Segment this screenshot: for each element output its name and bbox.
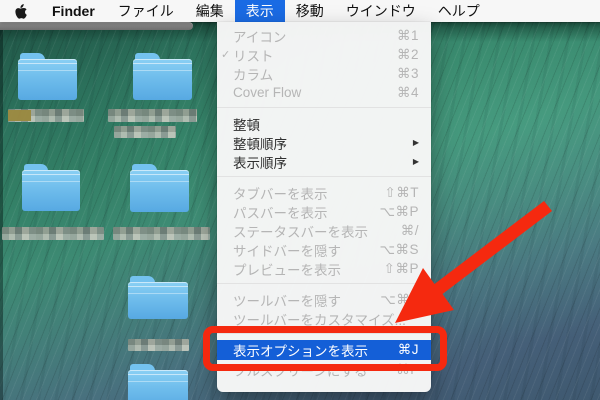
menu-item-clean-up[interactable]: 整頓 [217, 114, 431, 133]
menu-item-shortcut: ⌘3 [396, 65, 419, 81]
menu-item-shortcut: ⇧⌘P [383, 260, 419, 276]
desktop-folder[interactable] [128, 364, 188, 400]
menu-item-label: アイコン [233, 29, 287, 45]
menu-item-show-preview: プレビューを表示 ⇧⌘P [217, 259, 431, 278]
desktop-folder[interactable] [18, 53, 77, 100]
menu-item-shortcut: ⌥⌘S [379, 241, 419, 257]
redacted-file-label [128, 339, 189, 351]
menu-item-hide-sidebar: サイドバーを隠す ⌥⌘S [217, 240, 431, 259]
redacted-file-label [2, 227, 104, 240]
redacted-file-label [114, 126, 176, 138]
annotation-highlight-box [203, 326, 447, 371]
screen: Finder ファイル 編集 表示 移動 ウインドウ ヘルプ アイコン ⌘1 ✓ リスト ⌘2 カラム… [0, 0, 600, 400]
folder-body [22, 170, 80, 211]
menubar-item-window[interactable]: ウインドウ [335, 0, 427, 22]
menu-item-label: Cover Flow [233, 85, 302, 100]
menu-item-show-status-bar: ステータスバーを表示 ⌘/ [217, 221, 431, 240]
menubar-items: Finder ファイル 編集 表示 移動 ウインドウ ヘルプ [40, 0, 491, 22]
menubar-item-file[interactable]: ファイル [107, 0, 185, 22]
menubar-item-edit[interactable]: 編集 [185, 0, 235, 22]
redacted-label-fragment [8, 110, 31, 121]
desktop-folder[interactable] [130, 164, 189, 212]
redacted-file-label [113, 227, 210, 240]
menu-item-label: カラム [233, 67, 274, 83]
menu-item-label: ステータスバーを表示 [233, 224, 368, 240]
menu-item-label: タブバーを表示 [233, 186, 328, 202]
menu-item-shortcut: ⌥⌘T [380, 291, 419, 307]
background-window-edge [0, 22, 193, 30]
wallpaper-left-edge [0, 22, 3, 400]
menu-item-shortcut: ⌘/ [400, 222, 419, 238]
desktop-folder[interactable] [22, 164, 80, 211]
menu-item-label: パスバーを表示 [233, 205, 328, 221]
folder-body [133, 59, 192, 100]
folder-body [18, 59, 77, 100]
menubar-item-go[interactable]: 移動 [285, 0, 335, 22]
menu-item-label: 整頓 [233, 117, 260, 133]
desktop-folder[interactable] [128, 276, 188, 319]
menu-item-label: プレビューを表示 [233, 262, 341, 278]
checkmark-icon: ✓ [221, 49, 231, 61]
menu-item-show-path-bar: パスバーを表示 ⌥⌘P [217, 202, 431, 221]
menu-item-shortcut: ⇧⌘T [384, 184, 419, 200]
apple-menu[interactable] [0, 0, 40, 22]
folder-body [128, 282, 188, 319]
menubar-item-view[interactable]: 表示 [234, 0, 285, 22]
menubar-item-finder[interactable]: Finder [40, 0, 107, 22]
menu-item-shortcut: ⌥⌘P [379, 203, 419, 219]
menu-item-cover-flow: Cover Flow ⌘4 [217, 83, 431, 102]
menu-separator [217, 107, 431, 108]
folder-body [130, 170, 189, 212]
menu-item-label: ツールバーを隠す [233, 293, 341, 309]
menu-item-list-view: ✓ リスト ⌘2 [217, 45, 431, 64]
menu-item-shortcut: ⌘4 [396, 84, 419, 100]
apple-logo-icon [15, 3, 27, 19]
menu-item-shortcut: ⌘1 [396, 27, 419, 43]
menu-item-label: リスト [233, 48, 274, 64]
redacted-file-label [108, 109, 197, 122]
menu-item-label: サイドバーを隠す [233, 243, 341, 259]
menu-item-label: 表示順序 [233, 155, 287, 171]
menu-item-label: 整頓順序 [233, 136, 287, 152]
submenu-arrow-icon: ▶ [412, 157, 419, 166]
redacted-file-label [8, 109, 84, 122]
menu-separator [217, 176, 431, 177]
menu-item-column-view: カラム ⌘3 [217, 64, 431, 83]
menu-item-shortcut: ⌘2 [396, 46, 419, 62]
menu-item-show-tab-bar: タブバーを表示 ⇧⌘T [217, 183, 431, 202]
folder-body [128, 370, 188, 400]
menu-item-sort-by[interactable]: 表示順序 ▶ [217, 152, 431, 171]
submenu-arrow-icon: ▶ [412, 138, 419, 147]
desktop-folder[interactable] [133, 53, 192, 100]
menubar-item-help[interactable]: ヘルプ [427, 0, 491, 22]
menu-item-clean-up-by[interactable]: 整頓順序 ▶ [217, 133, 431, 152]
menu-item-hide-toolbar: ツールバーを隠す ⌥⌘T [217, 290, 431, 309]
menu-separator [217, 283, 431, 284]
menu-item-icon-view: アイコン ⌘1 [217, 26, 431, 45]
menu-bar: Finder ファイル 編集 表示 移動 ウインドウ ヘルプ [0, 0, 600, 22]
